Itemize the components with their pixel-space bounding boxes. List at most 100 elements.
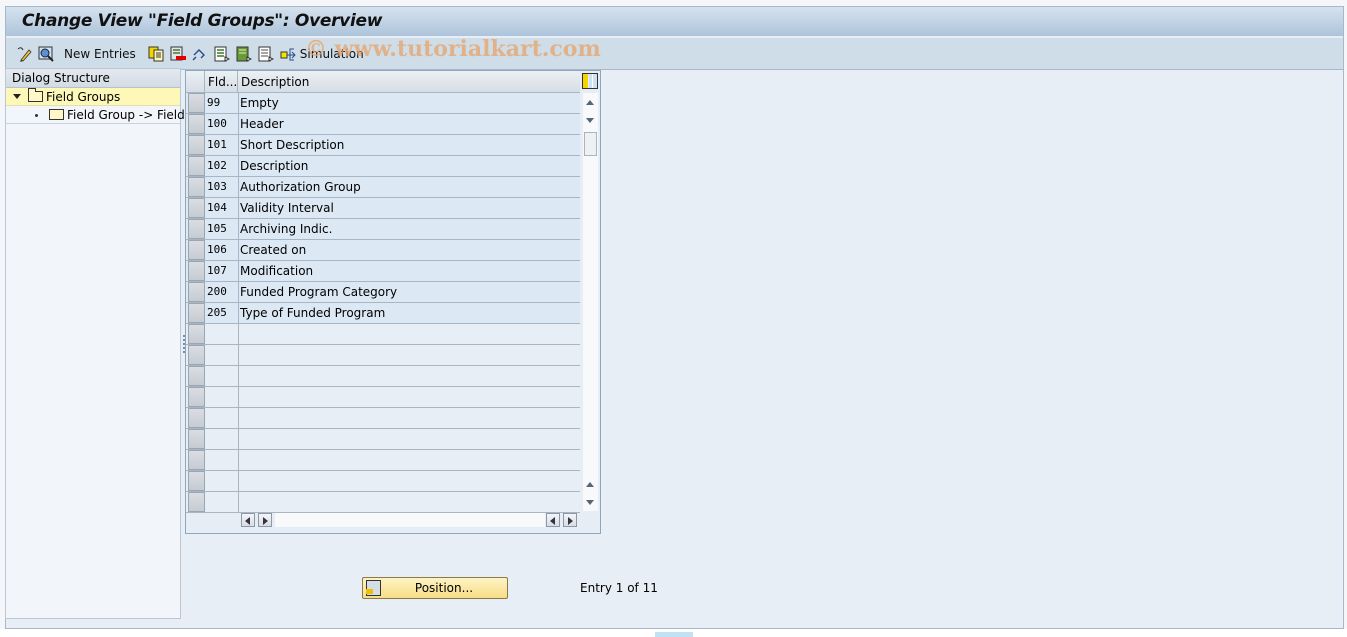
row-selector[interactable] — [188, 219, 205, 239]
row-selector[interactable] — [188, 135, 205, 155]
cell-description[interactable] — [240, 492, 580, 512]
cell-fld: 102 — [206, 156, 239, 176]
select-block-button[interactable] — [236, 43, 252, 65]
undo-change-button[interactable] — [192, 43, 208, 65]
row-selector[interactable] — [188, 156, 205, 176]
table-row-empty[interactable] — [186, 450, 580, 471]
display-change-button[interactable] — [16, 43, 32, 65]
entry-count: Entry 1 of 11 — [580, 581, 658, 595]
row-selector[interactable] — [188, 282, 205, 302]
scroll-down-icon[interactable] — [583, 113, 598, 129]
tree-node-field-group-fields[interactable]: Field Group -> Fields — [6, 106, 191, 124]
simulation-icon — [280, 48, 296, 60]
cell-description[interactable] — [240, 408, 580, 428]
scroll-thumb[interactable] — [584, 132, 597, 156]
find-button[interactable] — [38, 43, 54, 65]
scroll-left-end-icon[interactable] — [546, 513, 560, 527]
table-row-empty[interactable] — [186, 471, 580, 492]
cell-description: Authorization Group — [240, 180, 361, 194]
sap-logo — [655, 632, 693, 637]
row-selector[interactable] — [188, 261, 205, 281]
cell-description[interactable] — [240, 450, 580, 470]
row-selector[interactable] — [188, 450, 205, 470]
deselect-all-button[interactable] — [258, 43, 274, 65]
table-row[interactable]: 105 Archiving Indic. — [186, 219, 580, 240]
table-row-empty[interactable] — [186, 366, 580, 387]
row-selector[interactable] — [188, 198, 205, 218]
delete-button[interactable] — [170, 43, 186, 65]
row-selector[interactable] — [188, 429, 205, 449]
cell-fld[interactable] — [206, 492, 239, 512]
row-selector[interactable] — [188, 492, 205, 512]
table-row-empty[interactable] — [186, 408, 580, 429]
table-row[interactable]: 205 Type of Funded Program — [186, 303, 580, 324]
title-bar: Change View "Field Groups": Overview — [6, 7, 1343, 37]
table-row[interactable]: 200 Funded Program Category — [186, 282, 580, 303]
cell-description[interactable] — [240, 429, 580, 449]
row-selector[interactable] — [188, 177, 205, 197]
new-entries-button[interactable]: New Entries — [60, 43, 142, 65]
horizontal-scrollbar[interactable] — [275, 513, 545, 527]
scroll-page-down-icon[interactable] — [583, 495, 598, 511]
tree-node-label: Field Group -> Fields — [67, 108, 192, 122]
column-header-description[interactable]: Description — [239, 71, 309, 93]
row-selector[interactable] — [188, 93, 205, 113]
cell-fld[interactable] — [206, 366, 239, 386]
column-header-fld[interactable]: Fld... — [206, 71, 238, 93]
table-row-empty[interactable] — [186, 429, 580, 450]
row-selector[interactable] — [188, 114, 205, 134]
cell-fld[interactable] — [206, 387, 239, 407]
position-button[interactable]: Position... — [362, 577, 508, 599]
cell-fld: 105 — [206, 219, 239, 239]
table-row-empty[interactable] — [186, 345, 580, 366]
table-row[interactable]: 101 Short Description — [186, 135, 580, 156]
row-selector[interactable] — [188, 471, 205, 491]
folder-icon — [49, 109, 64, 120]
cell-fld[interactable] — [206, 450, 239, 470]
delete-icon — [170, 46, 186, 60]
scroll-left-icon[interactable] — [241, 513, 255, 527]
deselect-all-icon — [258, 46, 274, 62]
table-row[interactable]: 102 Description — [186, 156, 580, 177]
row-selector[interactable] — [188, 387, 205, 407]
cell-description[interactable] — [240, 366, 580, 386]
table-row[interactable]: 106 Created on — [186, 240, 580, 261]
table-row[interactable]: 104 Validity Interval — [186, 198, 580, 219]
simulation-button[interactable]: Simulation — [280, 43, 370, 65]
cell-description[interactable] — [240, 345, 580, 365]
cell-description[interactable] — [240, 324, 580, 344]
select-all-rows-header[interactable] — [186, 71, 205, 93]
row-selector[interactable] — [188, 366, 205, 386]
cell-description[interactable] — [240, 471, 580, 491]
row-selector[interactable] — [188, 408, 205, 428]
scroll-right-end-icon[interactable] — [563, 513, 577, 527]
select-all-button[interactable] — [214, 43, 230, 65]
scroll-right-icon[interactable] — [258, 513, 272, 527]
vertical-scrollbar[interactable] — [583, 93, 598, 511]
scroll-up-icon[interactable] — [583, 95, 598, 111]
row-selector[interactable] — [188, 240, 205, 260]
table-row-empty[interactable] — [186, 492, 580, 513]
row-selector[interactable] — [188, 324, 205, 344]
scroll-page-up-icon[interactable] — [583, 477, 598, 493]
row-selector[interactable] — [188, 345, 205, 365]
table-row-empty[interactable] — [186, 387, 580, 408]
table-row[interactable]: 99 Empty — [186, 93, 580, 114]
table-row[interactable]: 107 Modification — [186, 261, 580, 282]
table-row-empty[interactable] — [186, 324, 580, 345]
cell-description[interactable] — [240, 387, 580, 407]
table-row[interactable]: 100 Header — [186, 114, 580, 135]
cell-fld[interactable] — [206, 429, 239, 449]
table-row[interactable]: 103 Authorization Group — [186, 177, 580, 198]
row-selector[interactable] — [188, 303, 205, 323]
table-settings-icon[interactable] — [582, 73, 598, 89]
cell-fld[interactable] — [206, 471, 239, 491]
cell-fld: 100 — [206, 114, 239, 134]
cell-fld[interactable] — [206, 345, 239, 365]
cell-fld[interactable] — [206, 324, 239, 344]
cell-fld[interactable] — [206, 408, 239, 428]
tree-node-field-groups[interactable]: Field Groups — [6, 88, 180, 106]
field-groups-table: Fld... Description 99 Empty 100 Header 101 Sh… — [185, 70, 601, 534]
expand-triangle-icon[interactable] — [13, 94, 21, 99]
copy-as-button[interactable] — [148, 43, 164, 65]
